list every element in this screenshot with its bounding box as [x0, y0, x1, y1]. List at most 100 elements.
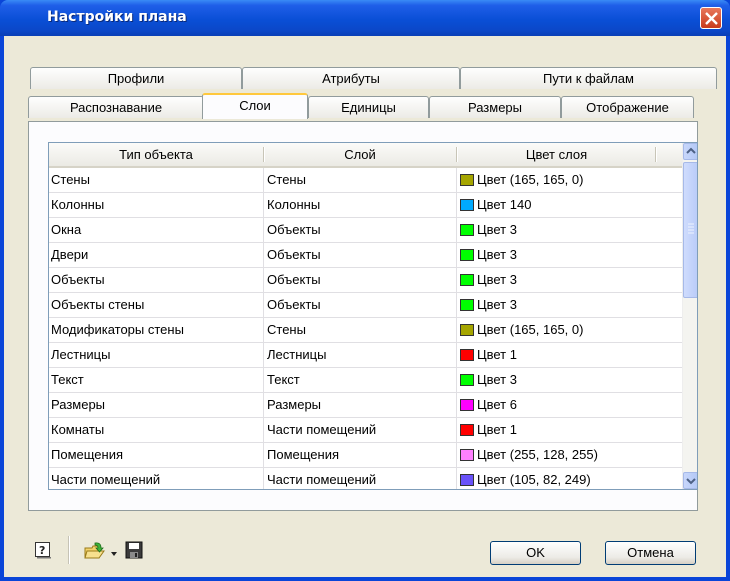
table-row[interactable]: Окна Объекты Цвет 3 [49, 218, 683, 243]
toolbar-divider [68, 536, 69, 564]
tab-label: Размеры [467, 100, 523, 115]
color-label: Цвет 1 [477, 422, 517, 437]
cell-layer-color[interactable]: Цвет 3 [460, 218, 660, 242]
tab-display[interactable]: Отображение [561, 96, 694, 118]
tab-recognition[interactable]: Распознавание [28, 96, 204, 118]
cell-layer-color[interactable]: Цвет (165, 165, 0) [460, 168, 660, 192]
tab-layers[interactable]: Слои [202, 93, 308, 119]
cell-layer-color[interactable]: Цвет 1 [460, 343, 660, 367]
cell-layer[interactable]: Части помещений [267, 418, 453, 442]
table-row[interactable]: Объекты Объекты Цвет 3 [49, 268, 683, 293]
table-row[interactable]: Лестницы Лестницы Цвет 1 [49, 343, 683, 368]
cell-object-type: Модификаторы стены [51, 322, 184, 337]
color-label: Цвет (105, 82, 249) [477, 472, 591, 487]
open-button[interactable] [84, 541, 106, 564]
cell-object-type: Стены [51, 172, 90, 187]
cell-layer[interactable]: Объекты [267, 218, 453, 242]
cell-layer[interactable]: Объекты [267, 268, 453, 292]
color-label: Цвет 1 [477, 347, 517, 362]
cell-object-type: Объекты [51, 272, 105, 287]
cell-layer-color[interactable]: Цвет (255, 128, 255) [460, 443, 660, 467]
header-divider[interactable] [263, 147, 264, 162]
color-label: Цвет 6 [477, 397, 517, 412]
open-dropdown-button[interactable] [110, 546, 118, 561]
cell-layer[interactable]: Стены [267, 168, 453, 192]
help-button[interactable]: ? [34, 541, 52, 562]
cell-object-type: Колонны [51, 197, 105, 212]
dialog-window: Настройки плана Профили Атрибуты Пути к … [0, 0, 730, 581]
cell-layer[interactable]: Текст [267, 368, 453, 392]
header-divider[interactable] [456, 147, 457, 162]
cell-layer[interactable]: Стены [267, 318, 453, 342]
cell-layer-color[interactable]: Цвет 6 [460, 393, 660, 417]
color-swatch [460, 374, 474, 386]
save-icon [125, 541, 143, 559]
table-row[interactable]: Стены Стены Цвет (165, 165, 0) [49, 168, 683, 193]
cell-layer-color[interactable]: Цвет (165, 165, 0) [460, 318, 660, 342]
svg-text:?: ? [39, 544, 45, 557]
cell-layer[interactable]: Помещения [267, 443, 453, 467]
table-row[interactable]: Объекты стены Объекты Цвет 3 [49, 293, 683, 318]
table-row[interactable]: Текст Текст Цвет 3 [49, 368, 683, 393]
tab-units[interactable]: Единицы [308, 96, 429, 118]
cell-layer[interactable]: Объекты [267, 243, 453, 267]
tab-label: Пути к файлам [543, 71, 634, 86]
title-bar[interactable]: Настройки плана [0, 0, 730, 36]
ok-button[interactable]: OK [490, 541, 581, 565]
table-row[interactable]: Двери Объекты Цвет 3 [49, 243, 683, 268]
cell-layer-color[interactable]: Цвет 3 [460, 268, 660, 292]
cell-layer[interactable]: Части помещений [267, 468, 453, 489]
close-button[interactable] [700, 7, 722, 29]
tab-attributes[interactable]: Атрибуты [242, 67, 460, 89]
layers-panel: Тип объекта Слой Цвет слоя Стены Стены Цве… [28, 121, 698, 511]
table-row[interactable]: Колонны Колонны Цвет 140 [49, 193, 683, 218]
cell-layer[interactable]: Объекты [267, 293, 453, 317]
cell-layer[interactable]: Лестницы [267, 343, 453, 367]
tab-file-paths[interactable]: Пути к файлам [460, 67, 717, 89]
table-row[interactable]: Модификаторы стены Стены Цвет (165, 165, 0… [49, 318, 683, 343]
header-object-type[interactable]: Тип объекта [49, 143, 263, 166]
cell-layer[interactable]: Размеры [267, 393, 453, 417]
cell-object-type: Размеры [51, 397, 106, 412]
scroll-down-button[interactable] [683, 472, 697, 489]
cell-object-type: Окна [51, 222, 82, 237]
table-row[interactable]: Помещения Помещения Цвет (255, 128, 255) [49, 443, 683, 468]
cell-layer-color[interactable]: Цвет 140 [460, 193, 660, 217]
save-button[interactable] [125, 541, 143, 562]
cell-layer-color[interactable]: Цвет 3 [460, 293, 660, 317]
color-label: Цвет 3 [477, 297, 517, 312]
cell-layer[interactable]: Колонны [267, 193, 453, 217]
cell-object-type: Лестницы [51, 347, 111, 362]
tab-label: Профили [107, 71, 165, 86]
cancel-button[interactable]: Отмена [605, 541, 696, 565]
header-layer-color[interactable]: Цвет слоя [458, 143, 655, 166]
cell-object-type: Текст [51, 372, 84, 387]
open-folder-icon [84, 542, 105, 559]
color-swatch [460, 474, 474, 486]
tab-dimensions[interactable]: Размеры [429, 96, 561, 118]
cell-layer-color[interactable]: Цвет 3 [460, 243, 660, 267]
vertical-scrollbar[interactable] [682, 143, 697, 489]
color-swatch [460, 174, 474, 186]
chevron-up-icon [686, 147, 696, 154]
cell-layer-color[interactable]: Цвет (105, 82, 249) [460, 468, 660, 489]
cell-object-type: Помещения [51, 447, 124, 462]
scroll-thumb[interactable] [683, 162, 697, 298]
color-swatch [460, 274, 474, 286]
color-label: Цвет 3 [477, 372, 517, 387]
cell-object-type: Объекты стены [51, 297, 145, 312]
tab-label: Распознавание [69, 100, 163, 115]
table-row[interactable]: Части помещений Части помещений Цвет (105,… [49, 468, 683, 489]
dropdown-arrow-icon [111, 552, 117, 556]
table-row[interactable]: Размеры Размеры Цвет 6 [49, 393, 683, 418]
tab-profiles[interactable]: Профили [30, 67, 242, 89]
scroll-up-button[interactable] [683, 143, 697, 160]
color-label: Цвет (165, 165, 0) [477, 322, 584, 337]
tab-label: Отображение [586, 100, 669, 115]
table-row[interactable]: Комнаты Части помещений Цвет 1 [49, 418, 683, 443]
color-swatch [460, 424, 474, 436]
cell-layer-color[interactable]: Цвет 1 [460, 418, 660, 442]
header-divider[interactable] [655, 147, 656, 162]
header-layer[interactable]: Слой [265, 143, 455, 166]
cell-layer-color[interactable]: Цвет 3 [460, 368, 660, 392]
